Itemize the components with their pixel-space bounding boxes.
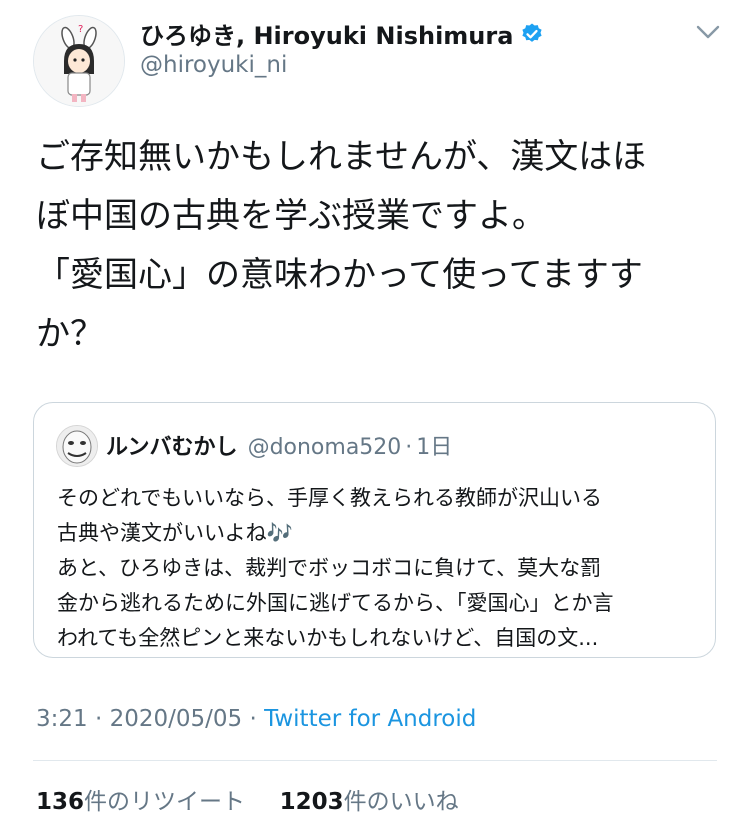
quoted-text-line: 古典や漢文がいいよね🎶 <box>57 521 293 545</box>
author-display-name[interactable]: ひろゆき, Hiroyuki Nishimura <box>140 16 513 51</box>
quoted-text-line: あと、ひろゆきは、裁判でボッコボコに負けて、莫大な罰 <box>57 556 602 580</box>
quoted-tweet-text: そのどれでもいいなら、手厚く教えられる教師が沢山いる 古典や漢文がいいよね🎶 あ… <box>57 481 702 656</box>
quoted-text-line: 金から逃れるために外国に逃げてるから、「愛国心」とか言 <box>57 591 614 615</box>
meta-separator: · <box>249 706 257 732</box>
author-name-row[interactable]: ひろゆき, Hiroyuki Nishimura <box>140 16 544 51</box>
quoted-text-line: われても全然ピンと来ないかもしれないけど、自国の文... <box>57 626 599 650</box>
quoted-separator: · <box>405 435 413 460</box>
tweet-stats: 136件のリツイート 1203件のいいね <box>36 782 459 816</box>
quoted-author-name[interactable]: ルンバむかし <box>106 429 238 461</box>
tweet-text: ご存知無いかもしれませんが、漢文はほ ぼ中国の古典を学ぶ授業ですよ。 「愛国心」… <box>36 128 726 364</box>
tweet-source-link[interactable]: Twitter for Android <box>264 706 476 732</box>
retweet-label: 件のリツイート <box>84 789 246 815</box>
tweet-date[interactable]: 2020/05/05 <box>110 706 243 732</box>
retweet-count: 136 <box>36 789 85 815</box>
verified-badge-icon <box>522 23 543 42</box>
divider <box>33 760 717 761</box>
tweet-meta: 3:21 · 2020/05/05 · Twitter for Android <box>36 706 476 732</box>
tweet-text-line: ご存知無いかもしれませんが、漢文はほ <box>36 137 647 177</box>
tweet-text-line: 「愛国心」の意味わかって使ってますす <box>36 255 643 295</box>
quoted-tweet-card[interactable]: ルンバむかし @donoma520 · 1日 そのどれでもいいなら、手厚く教えら… <box>33 402 716 658</box>
meta-separator: · <box>94 706 103 732</box>
quoted-tweet-time[interactable]: 1日 <box>416 429 452 461</box>
quoted-author-avatar[interactable] <box>56 425 98 467</box>
tweet-text-line: ぼ中国の古典を学ぶ授業ですよ。 <box>36 196 546 236</box>
like-count: 1203 <box>279 789 344 815</box>
quoted-tweet-header: ルンバむかし @donoma520 · 1日 <box>106 429 452 461</box>
author-avatar[interactable]: ? <box>33 15 125 107</box>
svg-text:?: ? <box>78 24 83 35</box>
retweets-stat[interactable]: 136件のリツイート <box>36 789 245 815</box>
quoted-avatar-illustration <box>57 426 97 466</box>
tweet-time[interactable]: 3:21 <box>36 706 88 732</box>
tweet-text-line: か？ <box>36 314 104 354</box>
quoted-author-handle[interactable]: @donoma520 <box>248 435 402 460</box>
like-label: 件のいいね <box>343 789 459 815</box>
chevron-down-icon[interactable] <box>695 22 721 42</box>
quoted-text-line: そのどれでもいいなら、手厚く教えられる教師が沢山いる <box>57 486 602 510</box>
likes-stat[interactable]: 1203件のいいね <box>280 789 459 815</box>
avatar-illustration: ? <box>34 16 124 106</box>
author-handle[interactable]: @hiroyuki_ni <box>140 52 287 78</box>
